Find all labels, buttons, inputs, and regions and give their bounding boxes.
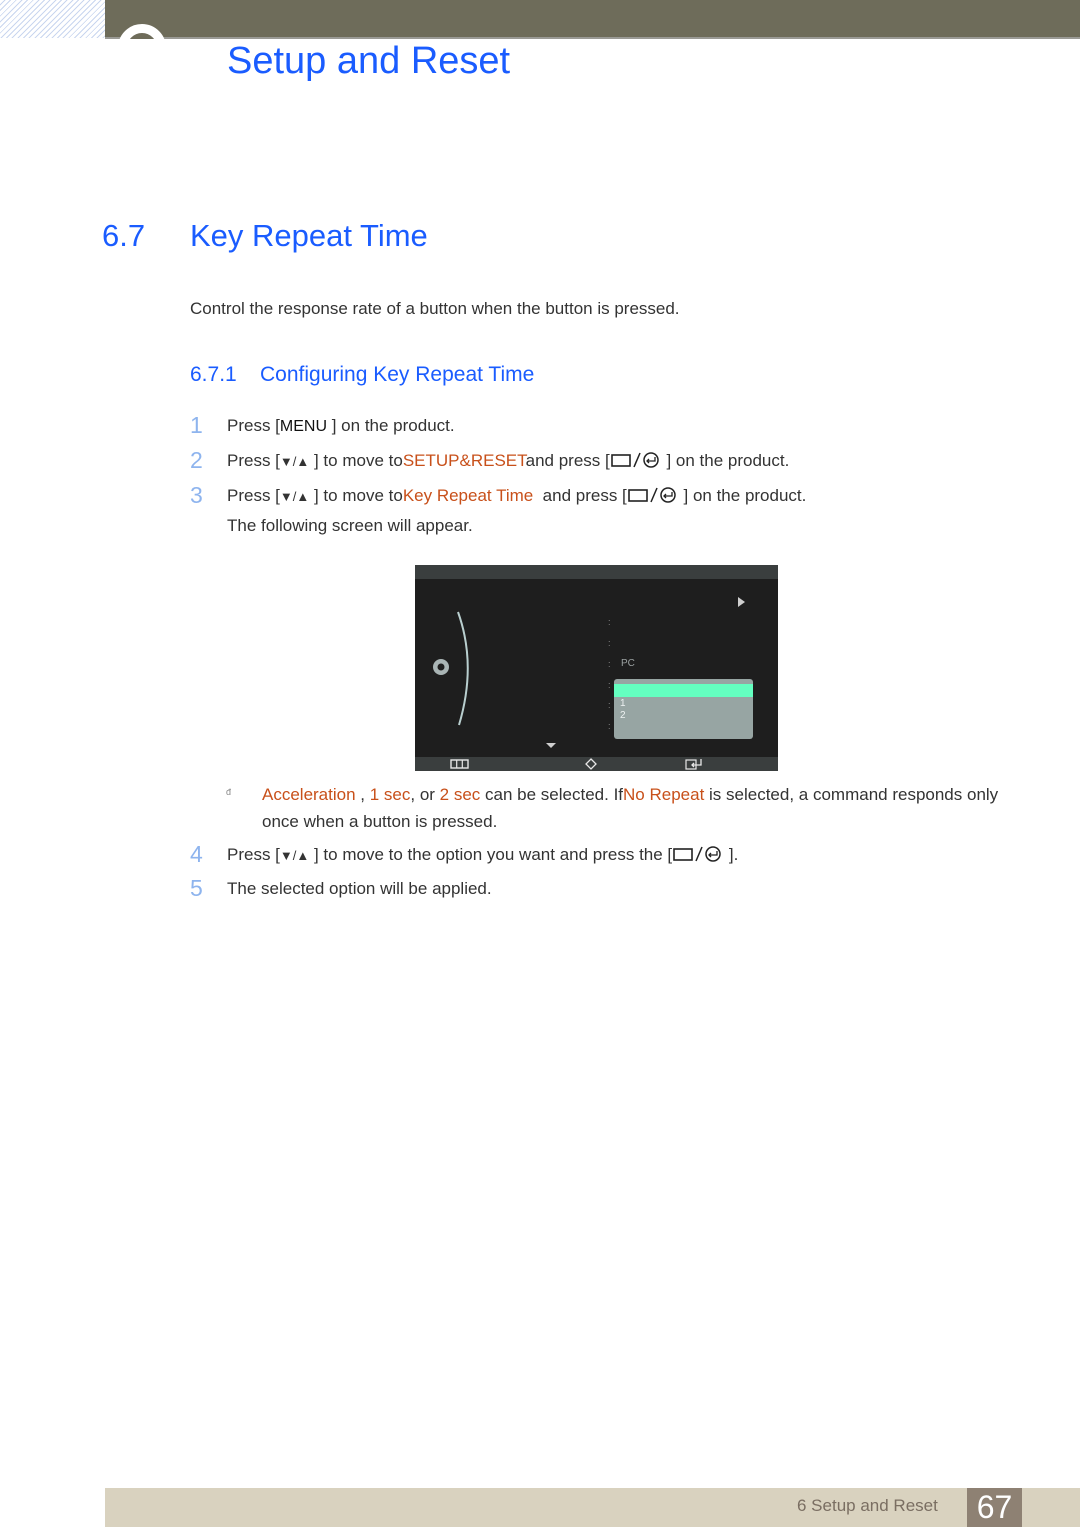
osd-arc-decoration	[457, 611, 469, 726]
enter-icon	[685, 759, 702, 770]
osd-pc-value: PC	[621, 658, 635, 669]
step-number: 2	[190, 447, 203, 473]
footer-chapter-label: 6 Setup and Reset	[797, 1496, 938, 1515]
step-4: 4 Press [▼/▲ ] to move to the option you …	[190, 841, 739, 867]
osd-colon: :	[608, 680, 611, 690]
osd-option: 2	[620, 710, 626, 721]
osd-colon: :	[608, 638, 611, 648]
gear-icon	[433, 659, 449, 675]
step-number: 5	[190, 875, 203, 901]
osd-option: 1	[620, 698, 626, 709]
header-hatch-pattern	[0, 0, 105, 38]
menu-key: MENU	[279, 418, 328, 435]
osd-selected-option	[614, 684, 753, 697]
triangle-down-icon	[546, 743, 556, 748]
osd-option-popup: 1 2	[614, 679, 753, 739]
osd-colon: :	[608, 617, 611, 627]
step-1: 1 Press [MENU ] on the product.	[190, 412, 455, 438]
step-3-followup: The following screen will appear.	[227, 516, 473, 535]
osd-colon: :	[608, 700, 611, 710]
chapter-circle-icon	[118, 24, 166, 72]
chapter-header-bar	[105, 0, 1080, 39]
step-number: 3	[190, 482, 203, 508]
down-up-key: ▼/▲	[279, 454, 310, 469]
osd-colon: :	[608, 721, 611, 731]
step-2: 2 Press [▼/▲ ] to move toSETUP&RESETand p…	[190, 447, 790, 473]
section-intro: Control the response rate of a button wh…	[190, 299, 680, 318]
step-number: 1	[190, 412, 203, 438]
source-enter-key-icon	[610, 452, 662, 473]
menu-target: SETUP&RESET	[402, 451, 526, 470]
source-enter-key-icon	[627, 487, 679, 508]
page-number: 67	[967, 1488, 1022, 1527]
down-up-key: ▼/▲	[279, 848, 310, 863]
source-enter-key-icon	[672, 846, 724, 867]
osd-button-guide-bar	[415, 757, 778, 771]
subsection-title: Configuring Key Repeat Time	[260, 363, 535, 386]
up-down-icon	[585, 758, 597, 770]
down-up-key: ▼/▲	[279, 489, 310, 504]
note-text: Acceleration , 1 sec, or 2 sec can be se…	[262, 785, 999, 831]
step-5: 5 The selected option will be applied.	[190, 875, 492, 901]
osd-colon: :	[608, 659, 611, 669]
chapter-title: Setup and Reset	[227, 40, 511, 82]
step-3: 3 Press [▼/▲ ] to move toKey Repeat Time …	[190, 482, 807, 508]
section-number: 6.7	[102, 218, 146, 253]
triangle-right-icon	[738, 597, 745, 607]
subsection-number: 6.7.1	[190, 363, 237, 386]
step-number: 4	[190, 841, 203, 867]
note-icon: đ	[226, 787, 232, 797]
section-title: Key Repeat Time	[190, 218, 428, 253]
menu-bars-icon	[450, 759, 469, 769]
menu-target: Key Repeat Time	[402, 486, 534, 505]
osd-screen-image: : : : : : : PC 1 2	[415, 565, 778, 771]
